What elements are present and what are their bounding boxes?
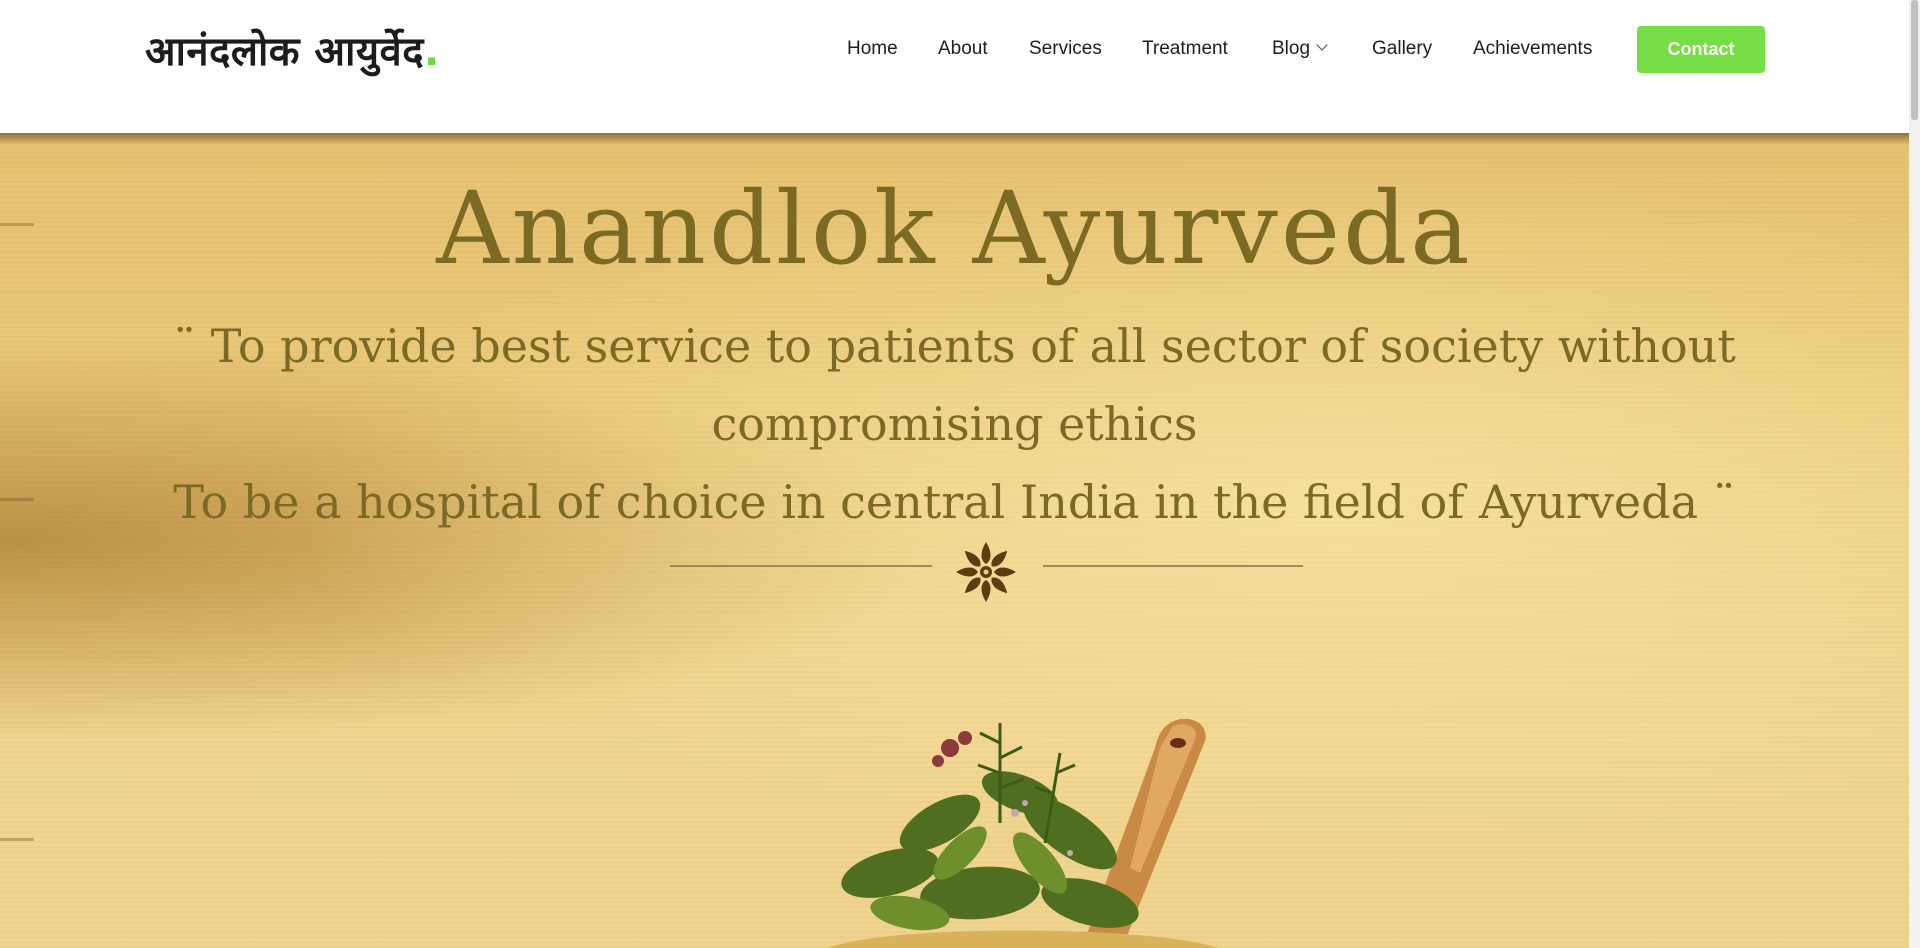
site-logo[interactable]: आनंदलोक आयुर्वेद. [145,22,440,77]
hero-mission-line-1: ¨ To provide best service to patients of… [173,319,1736,373]
hero-title: Anandlok Ayurveda [436,170,1473,287]
hero-vision-line: To be a hospital of choice in central In… [173,475,1736,529]
page-scrollbar[interactable] [1909,0,1920,948]
hero-mission-line-2: compromising ethics [711,397,1198,451]
nav-achievements[interactable]: Achievements [1473,38,1592,60]
ornament-divider-right [1043,565,1303,567]
logo-text: आनंदलोक आयुर्वेद [145,29,425,75]
scrollbar-thumb[interactable] [1911,0,1918,120]
nav-about[interactable]: About [938,38,988,60]
contact-button[interactable]: Contact [1637,26,1765,73]
hero-banner: Anandlok Ayurveda ¨ To provide best serv… [0,133,1909,948]
flower-ornament-icon [956,542,1016,602]
nav-blog-label: Blog [1272,38,1311,59]
chevron-down-icon [1316,39,1328,51]
site-header: आनंदलोक आयुर्वेद. Home About Services Tr… [0,0,1909,133]
parchment-mark [0,838,34,841]
nav-blog[interactable]: Blog [1272,38,1328,60]
herbs-mortar-image [828,718,1218,948]
nav-gallery[interactable]: Gallery [1372,38,1432,60]
nav-treatment[interactable]: Treatment [1142,38,1228,60]
nav-home[interactable]: Home [847,38,898,60]
ornament-divider-left [670,565,932,567]
logo-dot: . [424,29,440,75]
nav-services[interactable]: Services [1029,38,1102,60]
